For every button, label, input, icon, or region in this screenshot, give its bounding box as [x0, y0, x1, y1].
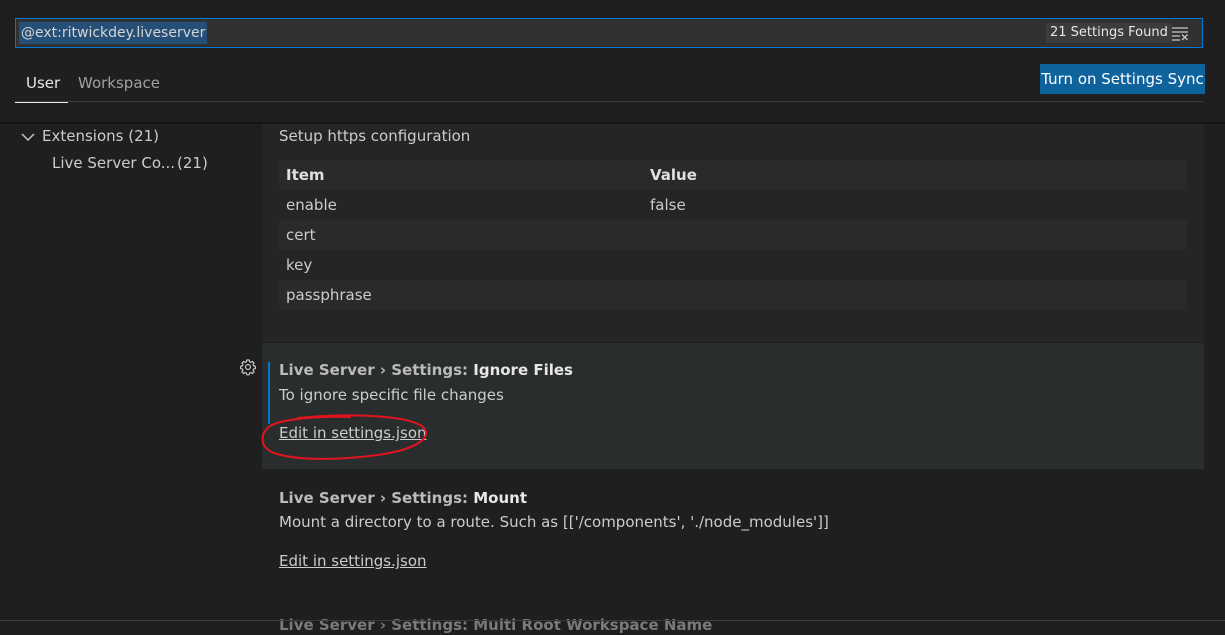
setting-description: To ignore specific file changes: [279, 386, 504, 404]
setting-category: Live Server › Settings:: [279, 489, 474, 507]
column-header-value: Value: [650, 166, 697, 184]
tree-item-live-server[interactable]: Live Server Co...: [52, 154, 175, 172]
search-settings-box[interactable]: @ext:ritwickdey.liveserver 21 Settings F…: [15, 18, 1203, 48]
tab-user[interactable]: User: [15, 73, 68, 103]
table-cell-item: key: [286, 256, 313, 274]
setting-description: Setup https configuration: [279, 127, 471, 145]
setting-name: Ignore Files: [473, 361, 573, 379]
table-row[interactable]: passphrase: [279, 280, 1187, 310]
tab-workspace[interactable]: Workspace: [78, 73, 160, 101]
tree-item-extensions[interactable]: Extensions (21): [42, 127, 159, 145]
table-cell-item: cert: [286, 226, 316, 244]
setting-description: Mount a directory to a route. Such as [[…: [279, 513, 829, 531]
annotation-circle: [261, 414, 427, 460]
search-input[interactable]: [16, 19, 1016, 47]
column-header-item: Item: [286, 166, 325, 184]
tabs-divider: [15, 101, 1203, 102]
turn-on-settings-sync-button[interactable]: Turn on Settings Sync: [1040, 64, 1205, 94]
gear-icon[interactable]: [239, 358, 257, 376]
setting-title-mount: Live Server › Settings: Mount: [279, 489, 527, 507]
table-cell-item: enable: [286, 196, 337, 214]
setting-title-ignore-files: Live Server › Settings: Ignore Files: [279, 361, 573, 379]
tree-item-count: (21): [128, 127, 160, 145]
tree-item-label: Live Server Co...: [52, 154, 176, 172]
table-row[interactable]: key: [279, 250, 1187, 280]
tree-item-label: Extensions: [42, 127, 124, 145]
chevron-down-icon[interactable]: [20, 129, 36, 145]
edit-in-settings-json-link[interactable]: Edit in settings.json: [279, 552, 427, 570]
table-cell-value: false: [650, 196, 686, 214]
setting-name: Mount: [473, 489, 528, 507]
bottom-divider: [0, 620, 1225, 621]
table-row[interactable]: cert: [279, 220, 1187, 250]
setting-title-cutoff: Live Server › Settings: Multi Root Works…: [279, 616, 713, 634]
clear-filter-icon[interactable]: [1171, 24, 1189, 42]
table-cell-item: passphrase: [286, 286, 372, 304]
results-count-badge: 21 Settings Found: [1046, 23, 1172, 43]
setting-category: Live Server › Settings:: [279, 361, 474, 379]
table-header-row: Item Value: [279, 160, 1187, 190]
tree-item-count: (21): [177, 154, 208, 172]
table-row[interactable]: enable false: [279, 190, 1187, 220]
